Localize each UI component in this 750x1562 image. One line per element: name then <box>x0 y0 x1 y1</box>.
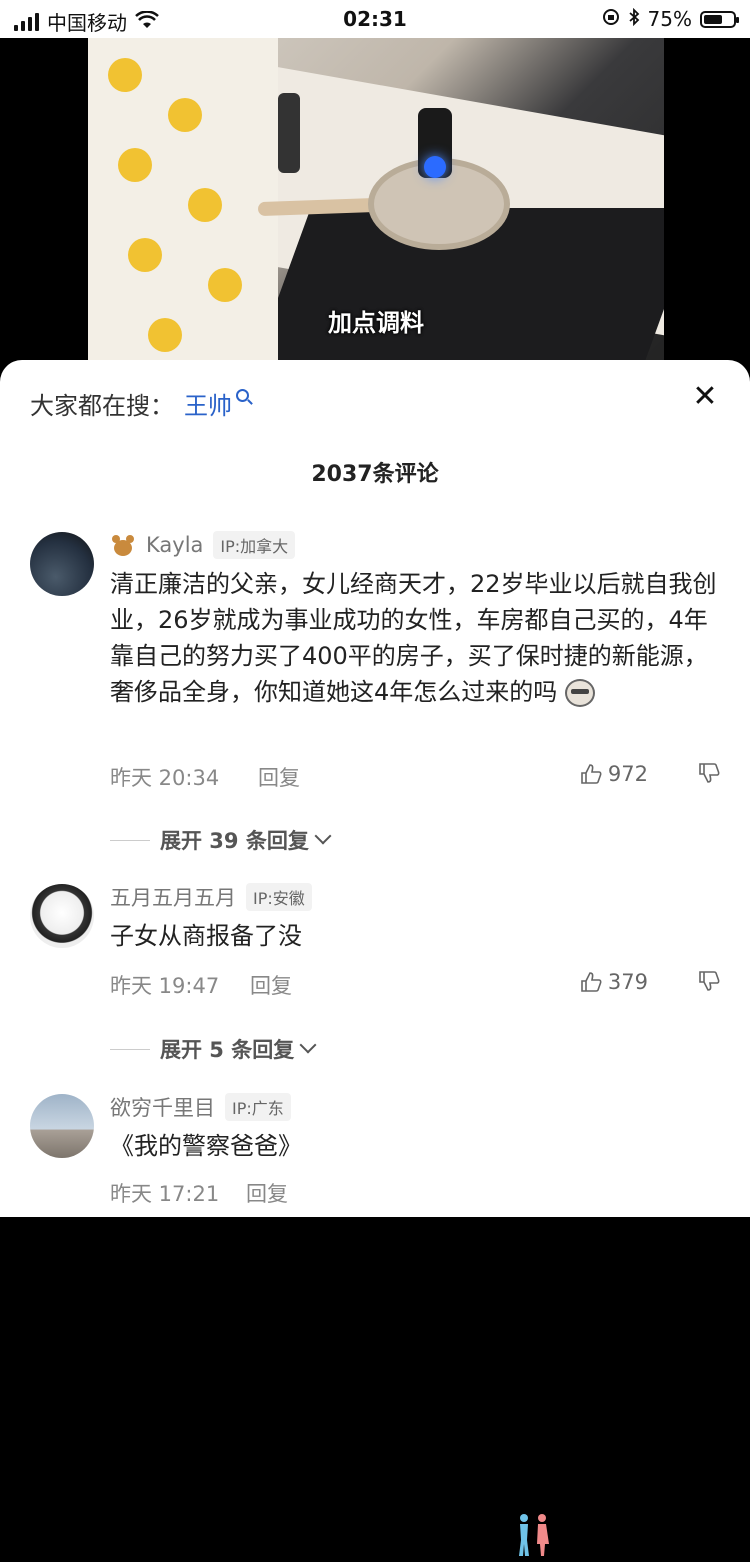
expand-replies-button[interactable]: 展开 5 条回复 <box>110 1034 317 1064</box>
avatar[interactable] <box>30 1094 94 1158</box>
expand-replies-button[interactable]: 展开 39 条回复 <box>110 825 332 855</box>
comment-time: 昨天 19:47 <box>110 974 220 998</box>
rotation-lock-icon <box>602 7 620 31</box>
smiley-pattern <box>208 268 242 302</box>
doge-emoji-icon <box>564 679 595 707</box>
username[interactable]: 五月五月五月 <box>110 882 236 912</box>
like-count: 972 <box>607 762 648 786</box>
comment-body: 欲穷千里目 IP:广东 《我的警察爸爸》 <box>110 1092 720 1164</box>
comment-sheet: 大家都在搜： 王帅 ✕ 2037条评论 Kayla IP:加拿大 清正廉洁的父亲… <box>0 360 750 1556</box>
video-player[interactable]: 加点调料 <box>88 38 664 378</box>
watermark-figures-icon <box>510 1512 560 1558</box>
thumbs-up-icon <box>580 971 602 993</box>
smiley-pattern <box>108 58 142 92</box>
trending-search-label: 大家都在搜： <box>30 392 174 420</box>
comment-header: Kayla IP:加拿大 <box>110 530 720 560</box>
ip-location-badge: IP:加拿大 <box>213 531 296 559</box>
divider-line <box>110 1048 150 1050</box>
smiley-pattern <box>118 148 152 182</box>
expand-replies-label: 展开 5 条回复 <box>160 1038 295 1062</box>
trending-search-term[interactable]: 王帅 <box>184 386 232 421</box>
comment-header: 欲穷千里目 IP:广东 <box>110 1092 720 1122</box>
trending-search: 大家都在搜： 王帅 <box>30 386 249 421</box>
username[interactable]: Kayla <box>146 533 203 557</box>
thumbs-down-icon[interactable] <box>698 970 720 992</box>
expand-replies-label: 展开 39 条回复 <box>160 829 309 853</box>
comment-footer: 昨天 20:34 回复 972 <box>110 762 720 792</box>
comment-footer: 昨天 19:47 回复 379 <box>110 970 720 1000</box>
video-subtitle: 加点调料 <box>328 309 424 337</box>
avatar[interactable] <box>30 884 94 948</box>
like-button[interactable]: 972 <box>580 762 648 786</box>
comment-text: 《我的警察爸爸》 <box>110 1132 302 1160</box>
thumbs-down-icon[interactable] <box>698 762 720 784</box>
reply-button[interactable]: 回复 <box>246 1178 288 1208</box>
bluetooth-icon <box>628 7 640 31</box>
divider-line <box>110 839 150 841</box>
like-button[interactable]: 379 <box>580 970 648 994</box>
search-icon[interactable] <box>236 389 249 402</box>
pepper-mill <box>278 93 300 173</box>
thumbs-up-icon <box>580 763 602 785</box>
grinder-light <box>424 156 446 178</box>
chevron-down-icon <box>314 827 332 845</box>
chevron-down-icon <box>299 1036 317 1054</box>
reply-button[interactable]: 回复 <box>258 762 300 792</box>
comment-time: 昨天 20:34 <box>110 766 220 790</box>
smiley-pattern <box>128 238 162 272</box>
close-icon[interactable]: ✕ <box>690 382 720 412</box>
comment-header: 五月五月五月 IP:安徽 <box>110 882 720 912</box>
bear-emoji-icon <box>110 534 136 556</box>
battery-percent: 75% <box>647 7 692 31</box>
smiley-pattern <box>188 188 222 222</box>
battery-icon <box>700 10 739 28</box>
comment-time: 昨天 17:21 <box>110 1182 220 1206</box>
comment-text: 清正廉洁的父亲，女儿经商天才，22岁毕业以后就自我创业，26岁就成为事业成功的女… <box>110 566 720 710</box>
status-bar: 中国移动 02:31 75% <box>0 0 750 38</box>
reply-button[interactable]: 回复 <box>250 970 292 1000</box>
comment-count: 2037条评论 <box>311 462 439 487</box>
like-count: 379 <box>607 970 648 994</box>
smiley-pattern <box>168 98 202 132</box>
comment-text-content: 清正廉洁的父亲，女儿经商天才，22岁毕业以后就自我创业，26岁就成为事业成功的女… <box>110 570 717 706</box>
status-right: 75% <box>602 7 739 31</box>
comment-body: 五月五月五月 IP:安徽 子女从商报备了没 <box>110 882 720 954</box>
comment-text: 子女从商报备了没 <box>110 922 302 950</box>
username[interactable]: 欲穷千里目 <box>110 1092 215 1122</box>
avatar[interactable] <box>30 532 94 596</box>
comment-body: Kayla IP:加拿大 清正廉洁的父亲，女儿经商天才，22岁毕业以后就自我创业… <box>110 530 720 710</box>
ip-location-badge: IP:安徽 <box>246 883 312 911</box>
comment-footer: 昨天 17:21 回复 <box>110 1178 720 1208</box>
ip-location-badge: IP:广东 <box>225 1093 291 1121</box>
